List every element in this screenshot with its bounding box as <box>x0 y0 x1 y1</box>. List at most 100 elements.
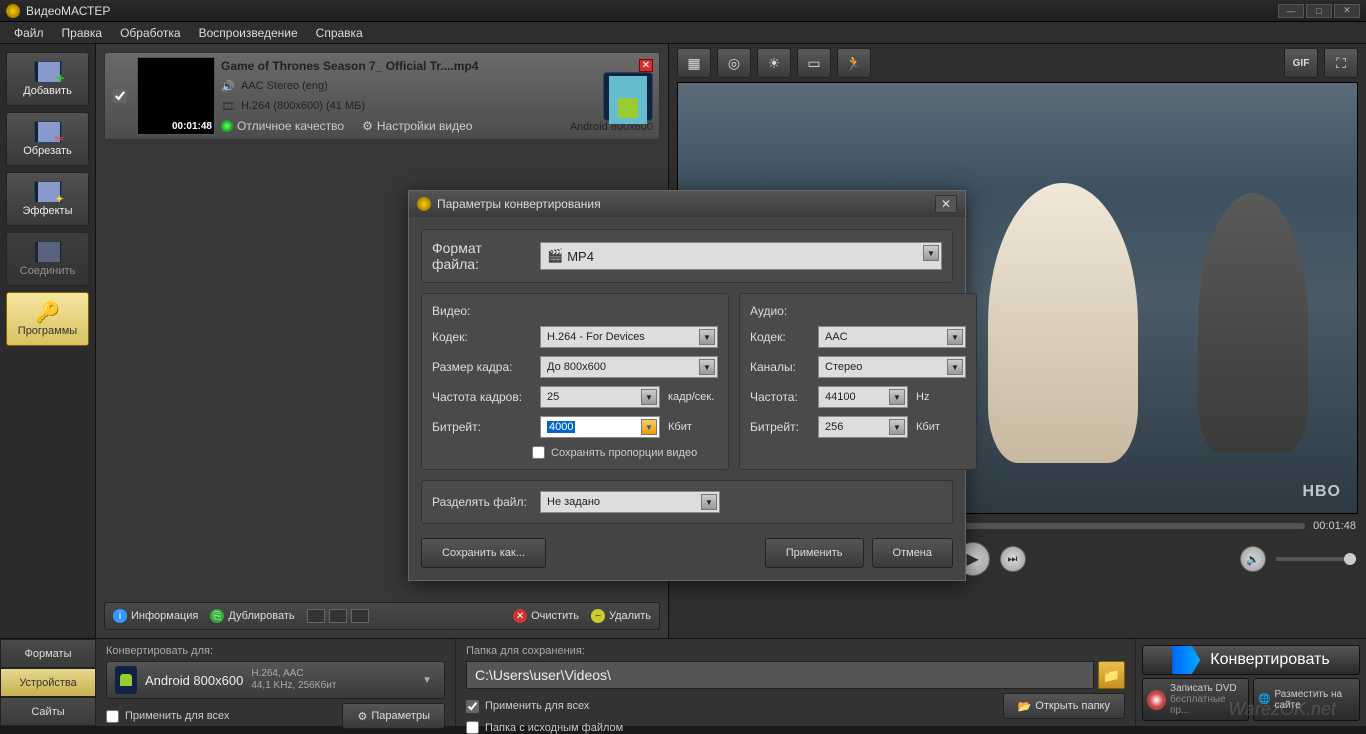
convert-button[interactable]: Конвертировать <box>1142 645 1360 675</box>
freq-select[interactable]: 44100▼ <box>818 386 908 408</box>
frame-button[interactable]: ▭ <box>797 48 831 78</box>
dialog-title: Параметры конвертирования <box>437 197 601 211</box>
globe-icon: 🌐 <box>1258 694 1270 705</box>
frame-size-select[interactable]: До 800x600▼ <box>540 356 718 378</box>
view-toggle[interactable] <box>307 609 369 623</box>
audio-codec-select[interactable]: AAC▼ <box>818 326 966 348</box>
close-button[interactable]: ✕ <box>1334 4 1360 18</box>
file-quality: Отличное качество <box>237 119 344 133</box>
menu-help[interactable]: Справка <box>308 24 371 42</box>
same-folder-checkbox[interactable]: Папка с исходным файлом <box>466 721 1125 734</box>
format-label: Формат файла: <box>432 240 532 272</box>
cut-button[interactable]: Обрезать <box>6 112 89 166</box>
video-codec-select[interactable]: H.264 - For Devices▼ <box>540 326 718 348</box>
volume-button[interactable]: 🔊 <box>1240 546 1266 572</box>
delete-button[interactable]: −Удалить <box>591 609 651 623</box>
effects-button[interactable]: Эффекты <box>6 172 89 226</box>
dialog-close-button[interactable]: ✕ <box>935 195 957 213</box>
next-button[interactable]: ⏭ <box>1000 546 1026 572</box>
add-icon <box>34 61 62 83</box>
apply-button[interactable]: Применить <box>765 538 864 568</box>
clear-button[interactable]: ✕Очистить <box>513 609 579 623</box>
burn-dvd-button[interactable]: Записать DVDбесплатные пр... <box>1142 678 1249 721</box>
watermark-text: HBO <box>1302 483 1341 501</box>
cut-icon <box>34 121 62 143</box>
open-folder-button[interactable]: 📂Открыть папку <box>1003 693 1125 719</box>
file-item[interactable]: 00:01:48 Game of Thrones Season 7_ Offic… <box>104 52 660 140</box>
delete-icon: − <box>591 609 605 623</box>
mp4-icon: 🎬 <box>547 248 563 264</box>
convert-for-label: Конвертировать для: <box>106 645 445 657</box>
audio-bitrate-select[interactable]: 256▼ <box>818 416 908 438</box>
apply-all-checkbox[interactable]: Применить для всех <box>106 710 229 723</box>
video-section-header: Видео: <box>432 304 718 318</box>
format-select[interactable]: 🎬MP4▼ <box>540 242 942 270</box>
tab-devices[interactable]: Устройства <box>0 668 96 697</box>
clear-icon: ✕ <box>513 609 527 623</box>
volume-slider[interactable] <box>1276 557 1356 561</box>
tab-formats[interactable]: Форматы <box>0 639 96 668</box>
audio-section-header: Аудио: <box>750 304 966 318</box>
upload-button[interactable]: 🌐Разместить на сайте <box>1253 678 1360 721</box>
split-file-select[interactable]: Не задано▼ <box>540 491 720 513</box>
dialog-logo-icon <box>417 197 431 211</box>
info-icon: i <box>113 609 127 623</box>
video-bitrate-input[interactable]: 4000▼ <box>540 416 660 438</box>
join-button[interactable]: Соединить <box>6 232 89 286</box>
menu-playback[interactable]: Воспроизведение <box>191 24 306 42</box>
titlebar: ВидеоМАСТЕР — □ ✕ <box>0 0 1366 22</box>
keep-aspect-checkbox[interactable]: Сохранять пропорции видео <box>532 446 718 459</box>
left-toolbar: Добавить Обрезать Эффекты Соединить Прог… <box>0 44 96 638</box>
menu-file[interactable]: Файл <box>6 24 52 42</box>
menu-edit[interactable]: Правка <box>54 24 111 42</box>
add-button[interactable]: Добавить <box>6 52 89 106</box>
browse-folder-button[interactable] <box>1098 661 1125 689</box>
maximize-button[interactable]: □ <box>1306 4 1332 18</box>
minimize-button[interactable]: — <box>1278 4 1304 18</box>
fps-select[interactable]: 25▼ <box>540 386 660 408</box>
file-title: Game of Thrones Season 7_ Official Tr...… <box>221 59 562 73</box>
file-thumbnail[interactable]: 00:01:48 <box>137 57 215 135</box>
video-icon: 🎞 <box>221 99 235 113</box>
menubar: Файл Правка Обработка Воспроизведение Сп… <box>0 22 1366 44</box>
fullscreen-button[interactable]: ⛶ <box>1324 48 1358 78</box>
programs-button[interactable]: Программы <box>6 292 89 346</box>
bottom-panel: Форматы Устройства Сайты Конвертировать … <box>0 638 1366 726</box>
save-folder-label: Папка для сохранения: <box>466 645 1125 657</box>
channels-select[interactable]: Стерео▼ <box>818 356 966 378</box>
chevron-down-icon: ▼ <box>418 675 436 686</box>
device-selector[interactable]: Android 800x600 H.264, AAC44,1 KHz, 256К… <box>106 661 445 699</box>
audio-icon: 🔊 <box>221 79 235 93</box>
quality-icon <box>221 120 233 132</box>
duplicate-button[interactable]: ⎘Дублировать <box>210 609 294 623</box>
conversion-params-dialog: Параметры конвертирования ✕ Формат файла… <box>408 190 966 581</box>
device-preview-icon <box>603 72 653 121</box>
gear-icon: ⚙ <box>362 119 373 133</box>
duplicate-icon: ⎘ <box>210 609 224 623</box>
brightness-button[interactable]: ☀ <box>757 48 791 78</box>
file-duration: 00:01:48 <box>172 121 212 132</box>
gif-button[interactable]: GIF <box>1284 48 1318 78</box>
crop-button[interactable]: ▦ <box>677 48 711 78</box>
speed-button[interactable]: 🏃 <box>837 48 871 78</box>
menu-process[interactable]: Обработка <box>112 24 189 42</box>
file-audio: AAC Stereo (eng) <box>241 80 328 92</box>
gear-icon: ⚙ <box>357 710 367 723</box>
enhance-button[interactable]: ◎ <box>717 48 751 78</box>
save-path-input[interactable] <box>466 661 1094 689</box>
save-as-button[interactable]: Сохранить как... <box>421 538 546 568</box>
disc-icon <box>1147 690 1166 710</box>
tab-sites[interactable]: Сайты <box>0 697 96 726</box>
file-checkbox[interactable] <box>113 89 127 103</box>
file-remove-button[interactable]: ✕ <box>639 59 653 72</box>
dialog-titlebar[interactable]: Параметры конвертирования ✕ <box>409 191 965 217</box>
save-apply-all-checkbox[interactable]: Применить для всех <box>466 700 589 713</box>
cancel-button[interactable]: Отмена <box>872 538 953 568</box>
folder-icon: 📂 <box>1018 700 1032 713</box>
app-title: ВидеоМАСТЕР <box>26 4 1278 18</box>
join-icon <box>34 241 62 263</box>
params-button[interactable]: ⚙Параметры <box>342 703 445 729</box>
file-settings-link[interactable]: ⚙Настройки видео <box>362 119 472 133</box>
key-icon <box>34 301 62 323</box>
info-button[interactable]: iИнформация <box>113 609 198 623</box>
